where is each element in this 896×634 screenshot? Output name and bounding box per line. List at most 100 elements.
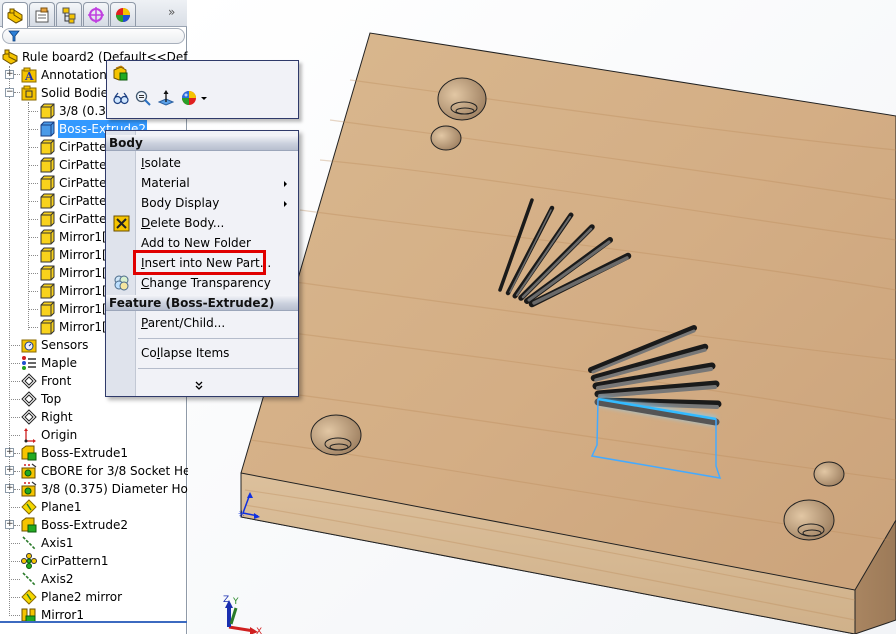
tree-item-body[interactable]: Mirror1[4 xyxy=(39,282,115,300)
body-icon xyxy=(40,103,55,119)
body-icon xyxy=(39,247,55,263)
cbore-hole-bottom-right xyxy=(783,499,835,541)
tree-item-feature[interactable]: Right xyxy=(21,408,74,426)
tree-item-feature[interactable]: Front xyxy=(21,372,72,390)
body-icon xyxy=(39,229,55,245)
tree-item-feature[interactable]: Origin xyxy=(21,426,78,444)
tree-item-label: Boss-Extrude2 xyxy=(41,518,128,532)
hide-show-body-button[interactable] xyxy=(113,90,129,106)
plane-icon xyxy=(21,373,37,389)
tree-item-feature[interactable]: CBORE for 3/8 Socket Head xyxy=(21,462,206,480)
ref-plane-icon xyxy=(21,589,37,605)
body-icon xyxy=(39,193,55,209)
tree-item-body[interactable]: 3/8 (0.37 xyxy=(39,102,115,120)
tree-connector xyxy=(28,102,29,330)
menu-expand-more-button[interactable] xyxy=(195,381,203,393)
tab-property-manager[interactable] xyxy=(29,2,55,26)
tree-connector xyxy=(28,255,38,256)
tree-item-feature[interactable]: Maple xyxy=(21,354,78,372)
submenu-arrow-icon xyxy=(284,181,287,187)
more-tabs-button[interactable]: » xyxy=(168,5,175,19)
tree-item-body[interactable]: CirPatter xyxy=(39,156,112,174)
svg-text:A: A xyxy=(24,70,34,83)
tree-item-solid-bodies[interactable]: Solid Bodies xyxy=(21,84,115,102)
mnemonic: D xyxy=(141,216,151,230)
menu-item-label: solate xyxy=(144,156,181,170)
tree-item-feature[interactable]: CirPattern1 xyxy=(21,552,109,570)
collapse-solid-bodies-toggle[interactable]: − xyxy=(5,88,14,97)
tree-connector xyxy=(9,507,20,508)
tree-item-label: Annotations xyxy=(41,68,114,82)
tree-connector xyxy=(28,111,38,112)
tree-connector xyxy=(28,183,38,184)
menu-item-insert-into-new-part[interactable]: Insert into New Part... xyxy=(141,255,271,271)
tree-item-feature[interactable]: Plane2 mirror xyxy=(21,588,123,606)
tab-configuration-manager[interactable] xyxy=(56,2,82,26)
tree-item-body[interactable]: Mirror1[5 xyxy=(39,300,115,318)
tree-item-body[interactable]: Mirror1[1 xyxy=(39,228,115,246)
tree-item-feature[interactable]: Axis2 xyxy=(21,570,75,588)
tree-connector xyxy=(9,597,20,598)
insert-into-new-part-button[interactable] xyxy=(112,65,128,81)
circular-pattern-icon xyxy=(21,553,37,569)
body-icon xyxy=(40,211,55,227)
expand-feature-toggle[interactable]: + xyxy=(5,520,14,529)
body-icon xyxy=(40,175,55,191)
axis-icon xyxy=(21,535,37,551)
tree-item-feature[interactable]: Boss-Extrude2 xyxy=(21,516,129,534)
zoom-to-selection-button[interactable] xyxy=(135,90,151,106)
tree-item-body[interactable]: CirPatter xyxy=(39,192,112,210)
tree-item-body[interactable]: Mirror1[6 xyxy=(39,318,115,336)
tab-dimxpert-manager[interactable] xyxy=(83,2,109,26)
context-menu: Body Isolate Material Body Display Delet… xyxy=(105,130,299,397)
appearance-button[interactable] xyxy=(181,90,197,106)
tree-connector xyxy=(9,399,20,400)
expand-feature-toggle[interactable]: + xyxy=(5,448,14,457)
tree-connector xyxy=(28,201,38,202)
display-manager-icon xyxy=(116,7,130,22)
tree-item-body[interactable]: CirPatter xyxy=(39,210,112,228)
normal-to-button[interactable] xyxy=(158,90,174,106)
body-icon xyxy=(39,301,55,317)
tree-item-feature[interactable]: Top xyxy=(21,390,62,408)
body-icon xyxy=(39,157,55,173)
menu-item-isolate[interactable]: Isolate xyxy=(141,155,181,171)
menu-item-delete-body[interactable]: Delete Body... xyxy=(141,215,224,231)
tree-item-feature[interactable]: Axis1 xyxy=(21,534,75,552)
tree-connector xyxy=(9,435,20,436)
menu-item-change-transparency[interactable]: Change Transparency xyxy=(141,275,271,291)
hole-wizard-icon xyxy=(21,481,37,497)
tree-connector xyxy=(9,543,20,544)
menu-item-material[interactable]: Material xyxy=(141,175,190,191)
appearance-dropdown-arrow[interactable] xyxy=(201,97,207,100)
body-icon xyxy=(39,175,55,191)
tree-filter-input[interactable] xyxy=(2,28,185,44)
sensors-icon xyxy=(21,339,37,353)
solid-bodies-icon xyxy=(21,85,37,101)
menu-item-body-display[interactable]: Body Display xyxy=(141,195,219,211)
solid-bodies-icon xyxy=(21,85,37,101)
tree-item-label: 3/8 (0.375) Diameter Hole1 xyxy=(41,482,207,496)
menu-item-parent-child[interactable]: Parent/Child... xyxy=(141,315,225,331)
tab-display-manager[interactable] xyxy=(110,2,136,26)
boss-extrude-icon xyxy=(21,517,37,533)
tab-feature-manager[interactable] xyxy=(2,2,28,28)
tree-item-feature[interactable]: Boss-Extrude1 xyxy=(21,444,129,462)
tree-item-body[interactable]: Mirror1[3 xyxy=(39,264,115,282)
expand-annotations-toggle[interactable]: + xyxy=(5,70,14,79)
tree-item-body[interactable]: CirPatter xyxy=(39,174,112,192)
tree-item-feature[interactable]: Sensors xyxy=(21,336,89,354)
tree-item-label: Solid Bodies xyxy=(41,86,115,100)
menu-item-collapse-items[interactable]: Collapse Items xyxy=(141,345,229,361)
tree-item-feature[interactable]: 3/8 (0.375) Diameter Hole1 xyxy=(21,480,207,498)
tree-item-body[interactable]: CirPatter xyxy=(39,138,112,156)
tree-item-annotations[interactable]: A Annotations xyxy=(21,66,114,84)
menu-separator xyxy=(138,368,298,369)
body-icon xyxy=(40,247,55,263)
menu-item-label: hange Transparency xyxy=(149,276,271,290)
expand-feature-toggle[interactable]: + xyxy=(5,484,14,493)
menu-item-add-to-new-folder[interactable]: Add to New Folder xyxy=(141,235,251,251)
expand-feature-toggle[interactable]: + xyxy=(5,466,14,475)
tree-item-feature[interactable]: Plane1 xyxy=(21,498,83,516)
tree-item-body[interactable]: Mirror1[2 xyxy=(39,246,115,264)
